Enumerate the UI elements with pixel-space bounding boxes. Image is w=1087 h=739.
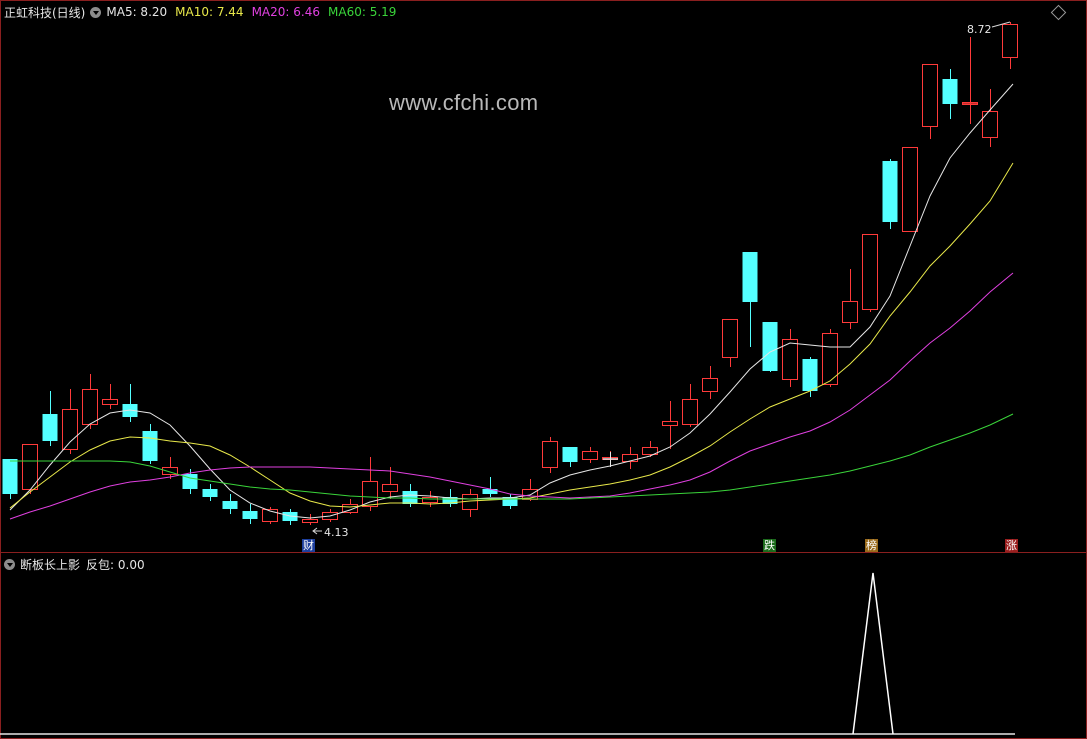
- event-tag-rise[interactable]: 涨: [1005, 539, 1018, 552]
- candle[interactable]: [102, 384, 118, 409]
- candle[interactable]: [142, 424, 158, 464]
- candle[interactable]: [1002, 22, 1018, 69]
- candle[interactable]: [42, 391, 58, 446]
- indicator-signal-spike: [852, 572, 894, 735]
- candle[interactable]: [122, 384, 138, 422]
- candle[interactable]: [882, 159, 898, 229]
- doji-candle[interactable]: [963, 37, 978, 124]
- stock-title[interactable]: 正虹科技(日线): [4, 4, 85, 21]
- indicator-panel[interactable]: [0, 553, 1087, 739]
- candle[interactable]: [742, 252, 758, 347]
- svg-text:4.13: 4.13: [324, 526, 349, 539]
- watermark: www.cfchi.com: [389, 90, 539, 115]
- dropdown-icon[interactable]: [90, 6, 102, 18]
- candle[interactable]: [2, 459, 18, 499]
- candle[interactable]: [362, 457, 378, 511]
- indicator-value: 反包: 0.00: [86, 557, 145, 572]
- candle[interactable]: [222, 494, 238, 514]
- candle[interactable]: [702, 366, 718, 399]
- candle[interactable]: [662, 401, 678, 449]
- indicator-chart: [0, 572, 1015, 735]
- main-chart-panel[interactable]: 8.72 4.13: [0, 0, 1087, 553]
- candle[interactable]: [762, 322, 778, 372]
- candle[interactable]: [562, 447, 578, 467]
- candle[interactable]: [982, 89, 998, 147]
- svg-text:8.72: 8.72: [967, 23, 992, 36]
- candle[interactable]: [482, 477, 498, 497]
- candle[interactable]: [502, 494, 518, 509]
- ma5-label: MA5: 8.20: [106, 5, 168, 19]
- high-price-annotation: 8.72: [967, 21, 1011, 36]
- event-tag-finance[interactable]: 财: [302, 539, 315, 552]
- ma10-line: [9, 162, 1014, 509]
- candle[interactable]: [782, 329, 798, 387]
- candle[interactable]: [902, 147, 918, 232]
- low-price-annotation: 4.13: [312, 526, 349, 539]
- candle[interactable]: [62, 389, 78, 454]
- candle[interactable]: [842, 269, 858, 329]
- candle[interactable]: [682, 384, 698, 427]
- candle[interactable]: [582, 447, 598, 463]
- indicator-title: 断板长上影: [20, 557, 81, 572]
- candle[interactable]: [462, 489, 478, 517]
- ma60-label: MA60: 5.19: [328, 5, 397, 19]
- candle[interactable]: [622, 447, 638, 469]
- candle[interactable]: [262, 507, 278, 524]
- dropdown-icon[interactable]: [4, 558, 15, 570]
- event-tag-drop[interactable]: 跌: [763, 539, 776, 552]
- candle[interactable]: [862, 234, 878, 312]
- candlestick-chart[interactable]: 8.72 4.13: [0, 0, 1087, 553]
- ma60-line: [10, 413, 1014, 500]
- main-chart-header: 正虹科技(日线) MA5: 8.20 MA10: 7.44 MA20: 6.46…: [4, 3, 404, 21]
- candle[interactable]: [542, 437, 558, 473]
- candle[interactable]: [22, 444, 38, 494]
- candle[interactable]: [302, 514, 318, 525]
- ma20-label: MA20: 6.46: [251, 5, 320, 19]
- candle[interactable]: [722, 319, 738, 367]
- candle[interactable]: [202, 484, 218, 501]
- indicator-header: 断板长上影 反包: 0.00: [4, 556, 145, 572]
- candle[interactable]: [642, 441, 658, 457]
- candle[interactable]: [822, 329, 838, 387]
- ma10-label: MA10: 7.44: [175, 5, 244, 19]
- candle[interactable]: [942, 69, 958, 119]
- event-tag-list[interactable]: 榜: [865, 539, 878, 552]
- candle[interactable]: [242, 504, 258, 524]
- candle[interactable]: [922, 64, 938, 139]
